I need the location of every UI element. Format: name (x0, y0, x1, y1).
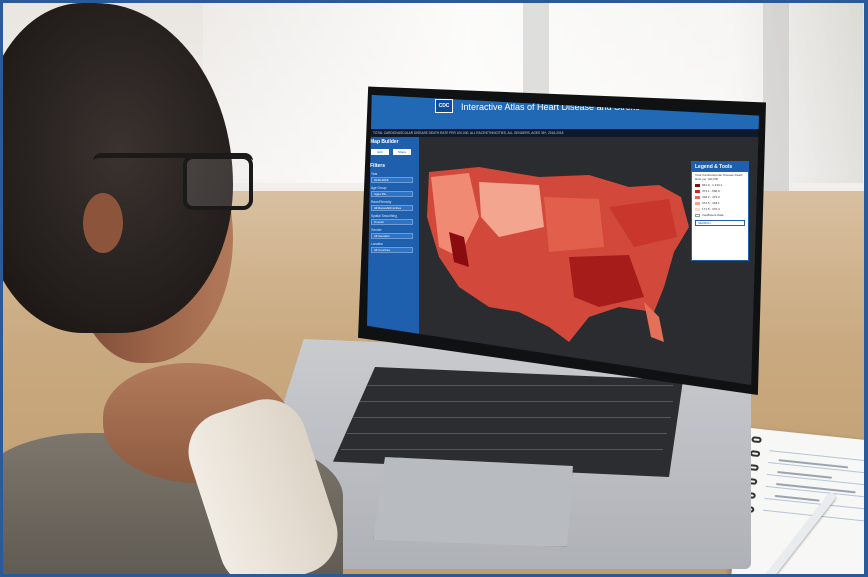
window-frame (763, 3, 789, 193)
photo-scene: CDC Interactive Atlas of Heart Disease a… (0, 0, 868, 577)
filter-race[interactable]: All Races/Ethnicities (371, 205, 413, 211)
filter-label: Race/Ethnicity (371, 200, 392, 204)
filter-label: Age Group (371, 186, 387, 190)
filter-label: Year (371, 172, 378, 176)
cdc-logo: CDC (435, 99, 453, 113)
legend-search-input[interactable]: SEARCH (695, 220, 745, 226)
filter-smoothing[interactable]: Overall (371, 219, 413, 225)
legend-row: Insufficient Data (692, 212, 748, 218)
person (3, 3, 348, 574)
sidebar-title: Map Builder (370, 139, 399, 145)
edit-button[interactable]: Edit (371, 149, 389, 155)
legend-title: Legend & Tools (692, 162, 748, 172)
central-region (544, 197, 604, 252)
legend-panel: Legend & Tools Total Cardiovascular Dise… (691, 161, 749, 261)
filter-location[interactable]: All Counties (371, 247, 413, 253)
filters-heading: Filters (370, 163, 386, 169)
filter-age[interactable]: Ages 35+ (371, 191, 413, 197)
filter-label: Gender (371, 228, 382, 232)
filter-year[interactable]: 2016-2018 (371, 177, 413, 183)
filter-label: Spatial Smoothing (371, 214, 397, 218)
laptop-trackpad (373, 457, 573, 547)
filter-label: Location (371, 242, 384, 246)
glasses-lens (183, 155, 253, 210)
legend-subtitle: Total Cardiovascular Disease Death Rate … (695, 173, 743, 181)
map-subtitle: TOTAL CARDIOVASCULAR DISEASE DEATH RATE … (367, 129, 759, 137)
share-button[interactable]: Share (393, 149, 411, 155)
filter-gender[interactable]: All Genders (371, 233, 413, 239)
